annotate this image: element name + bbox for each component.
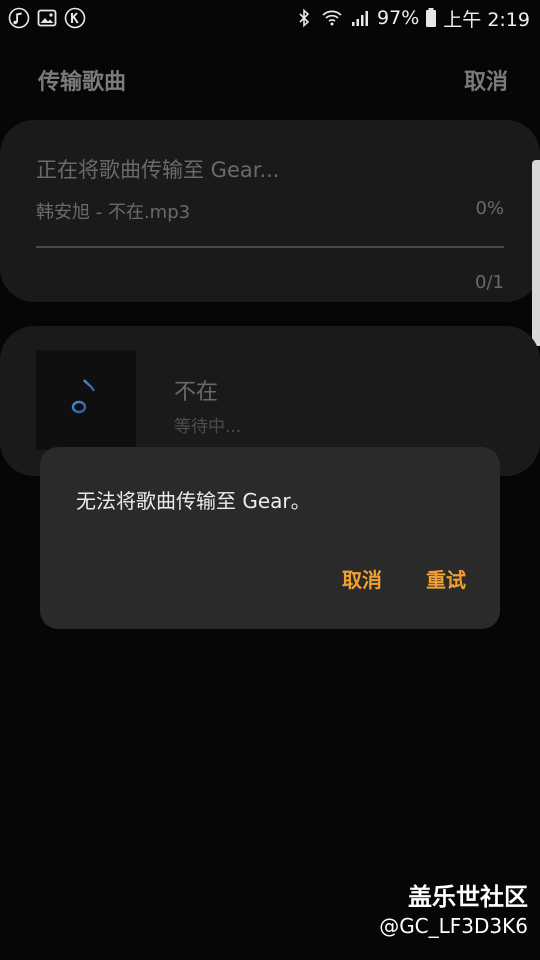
error-dialog: 无法将歌曲传输至 Gear。 取消 重试 [40,447,500,629]
battery-percent: 97% [377,7,420,29]
transfer-filename: 韩安旭 - 不在.mp3 [36,202,191,223]
dialog-message: 无法将歌曲传输至 Gear。 [76,489,311,513]
wifi-icon [321,7,343,29]
bluetooth-icon [293,7,315,29]
transfer-percent: 0% [475,198,504,219]
transfer-status-title: 正在将歌曲传输至 Gear... [36,158,280,182]
scrollbar[interactable] [532,160,540,346]
signal-icon [349,7,371,29]
page-title: 传输歌曲 [38,70,127,95]
battery-icon [425,7,437,29]
transfer-count: 0/1 [475,272,504,293]
screen: 97% 上午 2:19 传输歌曲 取消 正在将歌曲传输至 Gear... 韩安旭… [0,0,540,960]
transfer-progress-card: 正在将歌曲传输至 Gear... 韩安旭 - 不在.mp3 0% 0/1 [0,120,540,302]
song-status: 等待中... [174,417,242,437]
album-art-placeholder [36,350,136,450]
music-note-icon [8,7,30,29]
watermark: 盖乐世社区 @GC_LF3D3K6 [379,877,528,938]
clock: 上午 2:19 [443,8,530,31]
image-icon [36,7,58,29]
transfer-file-row: 韩安旭 - 不在.mp3 0% [36,198,504,224]
song-title: 不在 [174,380,219,405]
dialog-cancel-button[interactable]: 取消 [342,564,382,593]
watermark-handle: @GC_LF3D3K6 [379,914,528,938]
cancel-transfer-button[interactable]: 取消 [464,64,508,96]
song-info: 不在 等待中... [174,374,241,452]
status-bar-right: 97% 上午 2:19 [293,5,530,32]
music-note-icon [69,376,103,424]
status-bar-left [8,7,86,29]
k-app-icon [64,7,86,29]
dialog-actions: 取消 重试 [342,564,466,593]
dialog-retry-button[interactable]: 重试 [426,564,466,593]
status-bar: 97% 上午 2:19 [0,0,540,36]
app-bar: 传输歌曲 取消 [0,58,540,102]
progress-bar [36,246,504,248]
watermark-title: 盖乐世社区 [408,883,528,911]
